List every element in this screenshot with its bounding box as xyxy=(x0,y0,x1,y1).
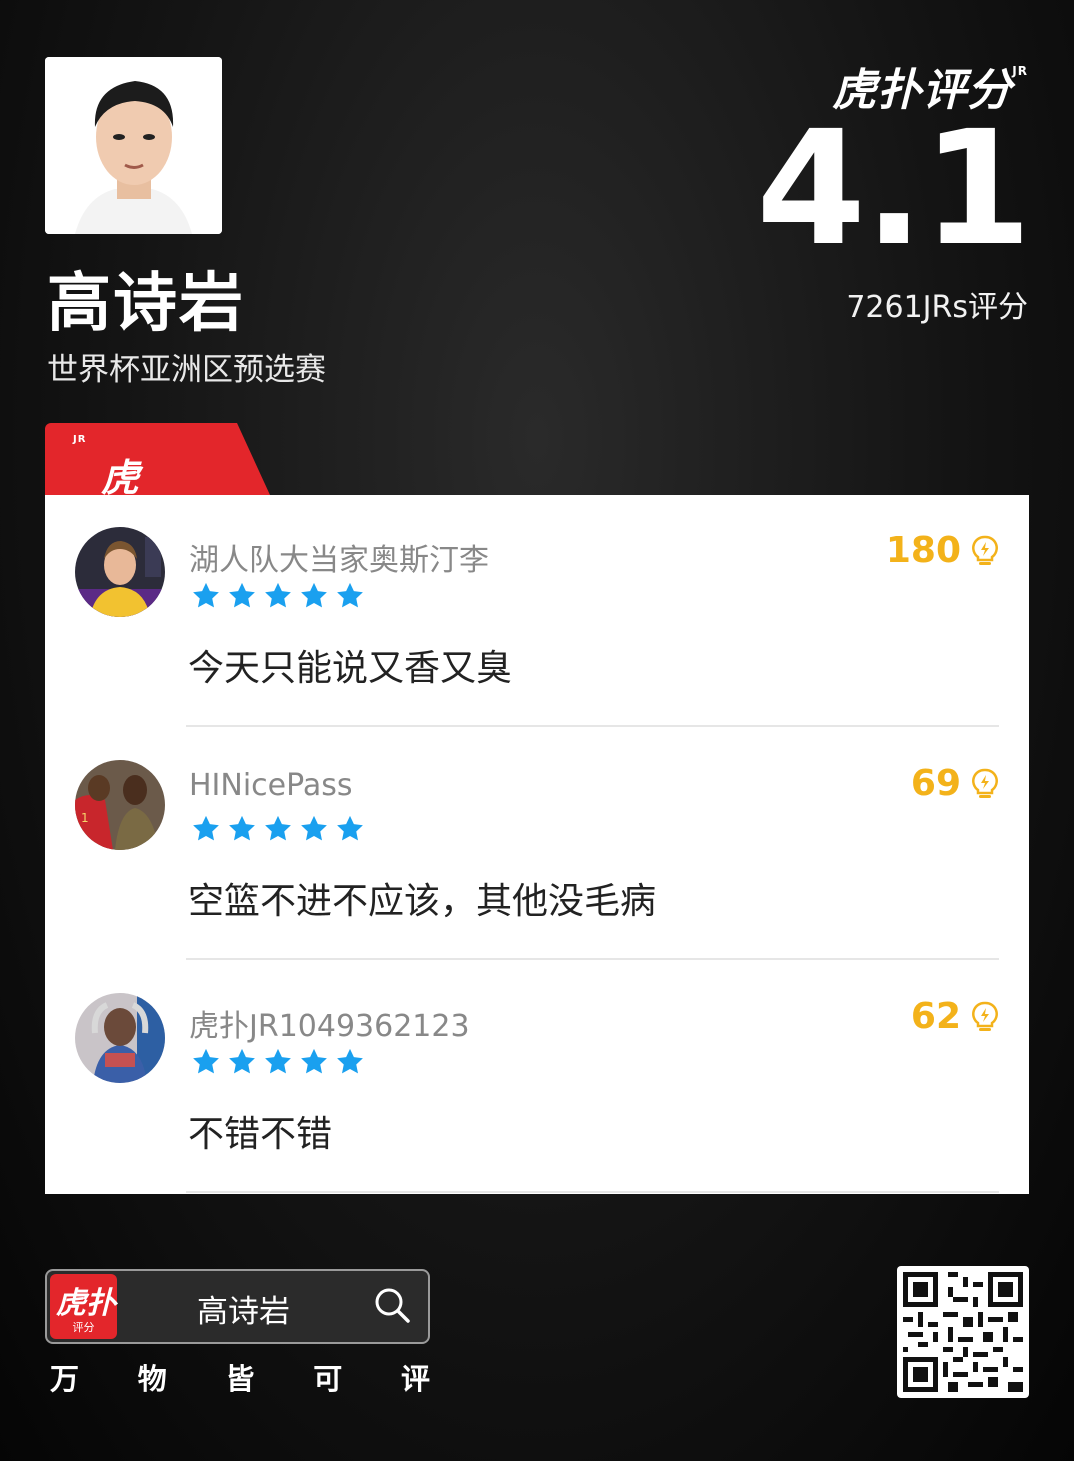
divider xyxy=(186,725,999,727)
lightbulb-icon xyxy=(972,1001,998,1031)
star-icon xyxy=(193,1048,219,1074)
hot-replies-tag: 虎扑亮回复JR xyxy=(45,423,270,495)
app-icon-logo: 虎扑 xyxy=(56,1286,116,1321)
comment-text: 不错不错 xyxy=(188,1114,333,1155)
likes-count: 180 xyxy=(885,530,961,571)
star-icon xyxy=(229,582,255,608)
comment-text: 空篮不进不应该，其他没毛病 xyxy=(188,881,657,922)
star-icon xyxy=(301,815,327,841)
rating-brand-sup: JR xyxy=(1012,64,1028,79)
username[interactable]: 湖人队大当家奥斯汀李 xyxy=(189,535,489,579)
comments-card: 湖人队大当家奥斯汀李 180 今天只能说又香又臭 1 HINicePass 69… xyxy=(45,495,1029,1194)
slogan: 万 物 皆 可 评 xyxy=(50,1356,430,1398)
star-icon xyxy=(337,582,363,608)
rating-score: 4.1 xyxy=(756,97,1032,281)
player-name: 高诗岩 xyxy=(47,267,245,341)
lightbulb-icon xyxy=(972,768,998,798)
star-icon xyxy=(229,815,255,841)
svg-text:1: 1 xyxy=(81,811,89,825)
star-icon xyxy=(337,815,363,841)
likes-count: 62 xyxy=(910,996,961,1037)
lightbulb-icon xyxy=(972,535,998,565)
star-icon xyxy=(301,1048,327,1074)
star-icon xyxy=(337,1048,363,1074)
comment-item[interactable]: 1 HINicePass 69 空篮不进不应该，其他没毛病 xyxy=(45,728,1029,960)
username[interactable]: HINicePass xyxy=(189,768,353,803)
star-rating xyxy=(191,1047,365,1077)
likes-count: 69 xyxy=(910,763,961,804)
slogan-char: 万 xyxy=(50,1362,80,1396)
slogan-char: 皆 xyxy=(225,1362,255,1396)
user-avatar[interactable]: 1 xyxy=(75,760,165,850)
event-name: 世界杯亚洲区预选赛 xyxy=(47,352,326,388)
slogan-char: 评 xyxy=(400,1362,430,1396)
user-avatar[interactable] xyxy=(75,527,165,617)
rating-votes: 7261JRs评分 xyxy=(846,290,1028,325)
search-query[interactable]: 高诗岩 xyxy=(197,1286,290,1331)
divider xyxy=(186,1191,999,1193)
star-rating xyxy=(191,581,365,611)
star-icon xyxy=(265,815,291,841)
star-icon xyxy=(193,815,219,841)
search-bar[interactable]: 虎扑 评分 高诗岩 xyxy=(45,1269,430,1344)
comment-item[interactable]: 虎扑JR1049362123 62 不错不错 xyxy=(45,961,1029,1193)
star-icon xyxy=(265,1048,291,1074)
slogan-char: 物 xyxy=(137,1362,167,1396)
star-rating xyxy=(191,814,365,844)
username[interactable]: 虎扑JR1049362123 xyxy=(189,1001,470,1045)
likes-button[interactable]: 62 xyxy=(911,996,999,1037)
star-icon xyxy=(229,1048,255,1074)
likes-button[interactable]: 180 xyxy=(886,530,999,571)
divider xyxy=(186,958,999,960)
player-photo xyxy=(45,57,222,234)
user-avatar[interactable] xyxy=(75,993,165,1083)
hot-replies-sup: JR xyxy=(73,434,87,446)
star-icon xyxy=(301,582,327,608)
search-icon[interactable] xyxy=(372,1285,412,1325)
likes-button[interactable]: 69 xyxy=(911,763,999,804)
qr-code[interactable] xyxy=(897,1266,1029,1398)
app-icon-label: 评分 xyxy=(72,1321,95,1334)
comment-item[interactable]: 湖人队大当家奥斯汀李 180 今天只能说又香又臭 xyxy=(45,495,1029,727)
slogan-char: 可 xyxy=(313,1362,343,1396)
app-icon[interactable]: 虎扑 评分 xyxy=(50,1274,117,1339)
star-icon xyxy=(265,582,291,608)
star-icon xyxy=(193,582,219,608)
comment-text: 今天只能说又香又臭 xyxy=(188,648,513,689)
